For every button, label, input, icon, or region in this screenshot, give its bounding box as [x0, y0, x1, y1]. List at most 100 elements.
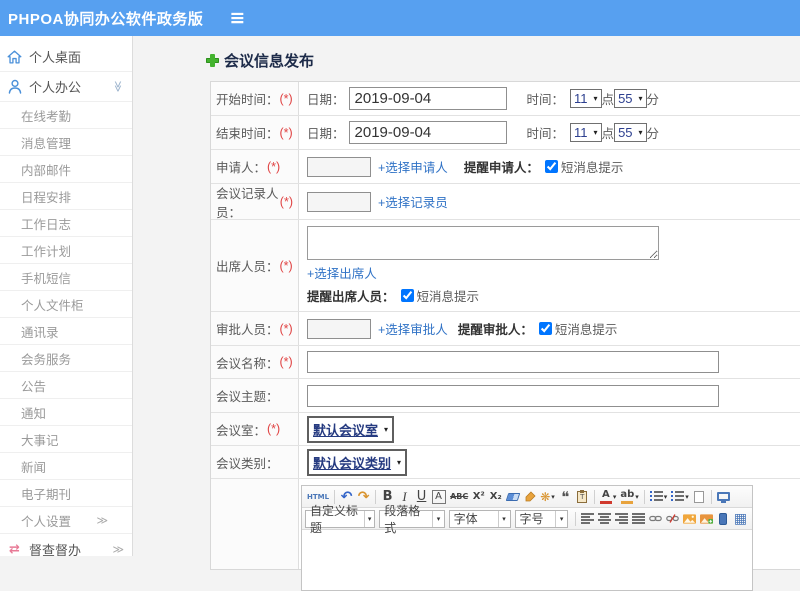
remind-approver-checkbox[interactable]	[538, 322, 552, 335]
font-color-button[interactable]: A ▾	[598, 488, 619, 506]
meeting-name-input[interactable]	[307, 351, 719, 373]
remove-format-eraser-icon[interactable]	[504, 488, 521, 506]
insert-image-icon[interactable]	[681, 510, 698, 528]
align-center-icon[interactable]	[596, 510, 613, 528]
attachment-icon[interactable]	[715, 510, 732, 528]
paste-plain-icon[interactable]: T	[574, 488, 591, 506]
format-brush-icon[interactable]	[521, 488, 538, 506]
sidebar-item-label: 个人桌面	[29, 50, 82, 65]
required-mark: (*)	[279, 321, 293, 336]
form-row-end-time: 结束时间： (*) 日期： 时间： 11▾ 点 55▾ 分	[211, 116, 800, 150]
hamburger-menu-icon[interactable]: ≡	[229, 8, 245, 28]
ordered-list-button[interactable]: ▾	[648, 488, 670, 506]
remind-applicant-label: 提醒申请人：	[463, 161, 539, 175]
sidebar-item-e-journal[interactable]: 电子期刊	[0, 480, 132, 507]
choose-attendees-link[interactable]: +选择出席人	[307, 267, 377, 281]
sidebar-item-personal-office[interactable]: 个人办公 ≫	[0, 72, 132, 102]
link-icon[interactable]	[647, 510, 664, 528]
custom-title-select[interactable]: 自定义标题 ▾	[305, 504, 376, 535]
sidebar-item-internal-mail[interactable]: 内部邮件	[0, 156, 132, 183]
choose-approver-link[interactable]: +选择审批人	[378, 319, 448, 338]
dropdown-arrow-icon: ▾	[384, 424, 389, 434]
sidebar-item-meeting-services[interactable]: 会务服务	[0, 345, 132, 372]
meeting-room-select[interactable]: 默认会议室 ▾	[307, 415, 395, 443]
insert-table-icon[interactable]: ▦	[732, 510, 749, 528]
sidebar-item-personal-settings[interactable]: 个人设置 ≫	[0, 507, 132, 534]
label-text: 申请人：	[216, 161, 267, 175]
sidebar-item-supervision[interactable]: ⇄ 督查督办 ≫	[0, 534, 132, 557]
meeting-subject-input[interactable]	[307, 384, 719, 407]
applicant-input[interactable]	[307, 156, 371, 177]
hour-unit: 点	[601, 93, 615, 107]
end-minute-select[interactable]: 55 ▾	[614, 123, 647, 142]
sidebar-item-work-log[interactable]: 工作日志	[0, 210, 132, 237]
superscript-button[interactable]: X²	[470, 488, 487, 506]
shuffle-icon: ⇄	[9, 541, 20, 557]
dropdown-arrow-icon: ▾	[638, 94, 643, 103]
remind-applicant-checkbox[interactable]	[544, 160, 558, 173]
blockquote-button[interactable]: ❝	[557, 488, 574, 506]
app-header: PHPOA协同办公软件政务版 ≡	[0, 0, 800, 36]
required-mark: (*)	[279, 125, 293, 140]
insert-image-upload-icon[interactable]	[698, 510, 715, 528]
sidebar-item-message-management[interactable]: 消息管理	[0, 129, 132, 156]
background-color-button[interactable]: ab ▾	[618, 488, 640, 506]
remind-attendees-checkbox[interactable]	[400, 289, 414, 302]
approver-input[interactable]	[307, 318, 371, 339]
form-row-attendees: 出席人员： (*) +选择出席人 提醒出席人员： 短消息提示	[211, 220, 800, 312]
editor-content-area[interactable]	[302, 530, 752, 590]
form-row-meeting-subject: 会议主题：	[211, 379, 800, 413]
font-border-button[interactable]: A	[430, 488, 448, 506]
sidebar-item-schedule[interactable]: 日程安排	[0, 183, 132, 210]
new-page-icon[interactable]	[691, 488, 708, 506]
sidebar-item-work-plan[interactable]: 工作计划	[0, 237, 132, 264]
sidebar-item-mobile-sms[interactable]: 手机短信	[0, 264, 132, 291]
align-justify-icon[interactable]	[630, 510, 647, 528]
choose-applicant-link[interactable]: +选择申请人	[378, 157, 448, 176]
field-label: 审批人员： (*)	[211, 312, 299, 345]
rich-text-editor: HTML ↶ ↷ B I U A ABC X² X₂ ❋ ▾ ❝ T A ▾ a…	[301, 485, 753, 591]
font-size-select[interactable]: 字号 ▾	[514, 509, 569, 528]
dropdown-arrow-icon: ▾	[364, 510, 374, 527]
end-hour-select[interactable]: 11 ▾	[570, 123, 602, 142]
subscript-button[interactable]: X₂	[487, 488, 504, 506]
align-left-icon[interactable]	[579, 510, 596, 528]
sidebar-item-personal-file-cabinet[interactable]: 个人文件柜	[0, 291, 132, 318]
end-date-input[interactable]	[348, 121, 507, 144]
app-title: PHPOA协同办公软件政务版	[8, 10, 204, 28]
dropdown-arrow-icon: ▾	[497, 510, 510, 527]
field-label: 会议名称： (*)	[211, 346, 299, 378]
fullscreen-monitor-icon[interactable]	[715, 488, 732, 506]
attendees-textarea[interactable]	[307, 226, 659, 260]
hour-unit: 点	[601, 127, 615, 141]
start-date-input[interactable]	[348, 87, 507, 110]
start-hour-select[interactable]: 11 ▾	[570, 89, 602, 108]
dropdown-arrow-icon: ▾	[551, 492, 555, 501]
align-right-icon[interactable]	[613, 510, 630, 528]
unlink-icon[interactable]	[664, 510, 681, 528]
strikethrough-button[interactable]: ABC	[448, 488, 470, 506]
sidebar-item-label: 在线考勤	[21, 109, 72, 124]
paragraph-format-select[interactable]: 段落格式 ▾	[379, 504, 445, 535]
time-label: 时间：	[526, 93, 565, 107]
auto-typeset-button[interactable]: ❋ ▾	[538, 488, 557, 506]
time-label: 时间：	[526, 127, 565, 141]
meeting-category-select[interactable]: 默认会议类别 ▾	[307, 448, 408, 476]
sidebar-item-announcement[interactable]: 公告	[0, 372, 132, 399]
start-minute-select[interactable]: 55 ▾	[614, 89, 647, 108]
unordered-list-button[interactable]: ▾	[669, 488, 691, 506]
chevron-down-icon[interactable]: ≫	[112, 81, 125, 93]
main-content: 会议信息发布 开始时间： (*) 日期： 时间： 11▾ 点 55▾ 分	[134, 36, 800, 591]
recorder-input[interactable]	[307, 191, 371, 212]
sidebar-item-news[interactable]: 新闻	[0, 453, 132, 480]
font-family-select[interactable]: 字体 ▾	[448, 509, 511, 528]
sidebar-item-personal-desktop[interactable]: 个人桌面	[0, 42, 132, 72]
sidebar-item-memorabilia[interactable]: 大事记	[0, 426, 132, 453]
field-label: 会议主题：	[211, 379, 299, 412]
page-header: 会议信息发布	[206, 50, 800, 71]
sidebar-item-online-attendance[interactable]: 在线考勤	[0, 102, 132, 129]
sidebar-item-contacts[interactable]: 通讯录	[0, 318, 132, 345]
sidebar-item-notice[interactable]: 通知	[0, 399, 132, 426]
choose-recorder-link[interactable]: +选择记录员	[378, 192, 448, 211]
field-label: 出席人员： (*)	[211, 220, 299, 311]
